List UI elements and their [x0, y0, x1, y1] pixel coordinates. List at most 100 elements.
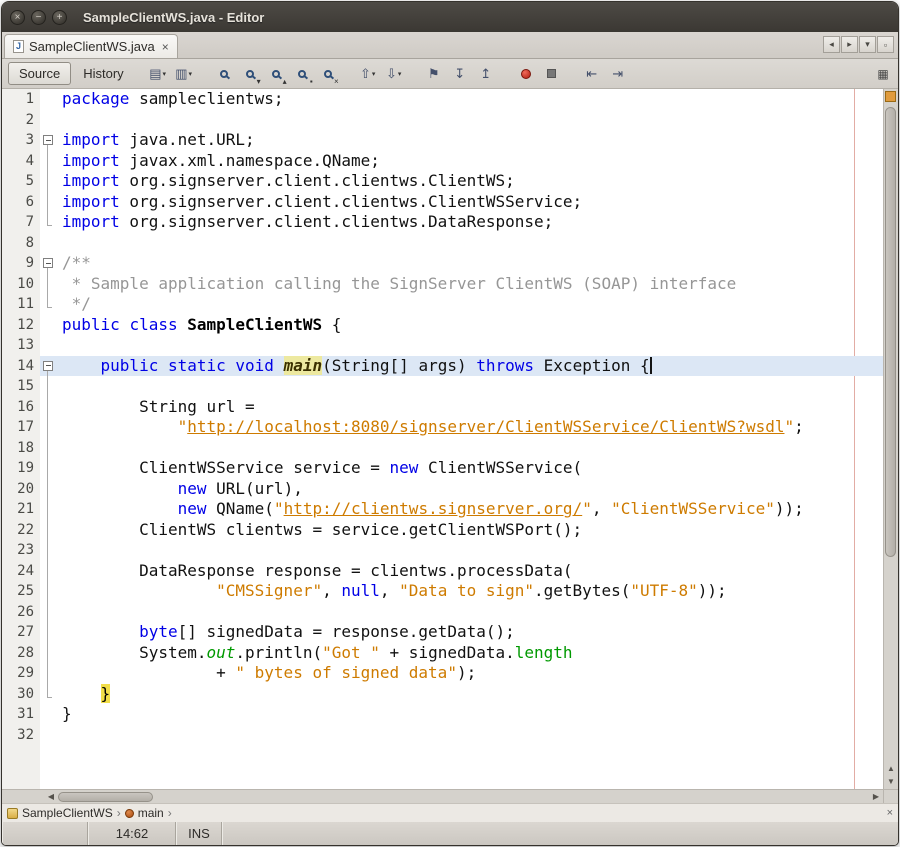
scroll-up-button[interactable]: ▲ — [884, 762, 898, 775]
error-stripe-status-icon[interactable] — [885, 91, 896, 102]
previous-bookmark-icon[interactable]: ⇧▾ — [356, 63, 380, 85]
next-bookmark-icon[interactable]: ⇩▾ — [382, 63, 406, 85]
line-number[interactable]: 4 — [2, 151, 40, 172]
scroll-left-button[interactable]: ◀ — [44, 792, 58, 801]
toggle-bookmark-icon[interactable]: ⚑ — [422, 63, 446, 85]
find-previous-icon[interactable]: ▴ — [264, 63, 288, 85]
code-line[interactable]: 22 ClientWS clientws = service.getClient… — [2, 520, 883, 541]
line-number[interactable]: 9 — [2, 253, 40, 274]
code-line[interactable]: 4import javax.xml.namespace.QName; — [2, 151, 883, 172]
tab-list-button[interactable]: ▾ — [859, 36, 876, 53]
line-number[interactable]: 27 — [2, 622, 40, 643]
horizontal-scrollbar[interactable]: ◀ ▶ — [2, 789, 898, 803]
line-number[interactable]: 17 — [2, 417, 40, 438]
code-line[interactable]: 24 DataResponse response = clientws.proc… — [2, 561, 883, 582]
line-number[interactable]: 14 — [2, 356, 40, 377]
line-number[interactable]: 26 — [2, 602, 40, 623]
code-line[interactable]: 31} — [2, 704, 883, 725]
line-number[interactable]: 29 — [2, 663, 40, 684]
code-line[interactable]: 21 new QName("http://clientws.signserver… — [2, 499, 883, 520]
line-number[interactable]: 25 — [2, 581, 40, 602]
breadcrumb-item-sampleclientws[interactable]: SampleClientWS — [22, 806, 113, 820]
line-number[interactable]: 11 — [2, 294, 40, 315]
code-line[interactable]: 28 System.out.println("Got " + signedDat… — [2, 643, 883, 664]
line-number[interactable]: 7 — [2, 212, 40, 233]
line-number[interactable]: 10 — [2, 274, 40, 295]
maximize-button[interactable]: + — [52, 10, 67, 25]
code-line[interactable]: 3import java.net.URL; — [2, 130, 883, 151]
vertical-scrollbar-thumb[interactable] — [885, 107, 896, 557]
code-line[interactable]: 6import org.signserver.client.clientws.C… — [2, 192, 883, 213]
line-number[interactable]: 22 — [2, 520, 40, 541]
code-line[interactable]: 20 new URL(url), — [2, 479, 883, 500]
code-line[interactable]: 26 — [2, 602, 883, 623]
code-line[interactable]: 8 — [2, 233, 883, 254]
code-line[interactable]: 14 public static void main(String[] args… — [2, 356, 883, 377]
line-number[interactable]: 23 — [2, 540, 40, 561]
toggle-highlight-search-icon[interactable]: ▪ — [290, 63, 314, 85]
line-number[interactable]: 28 — [2, 643, 40, 664]
code-line[interactable]: 25 "CMSSigner", null, "Data to sign".get… — [2, 581, 883, 602]
code-line[interactable]: 1package sampleclientws; — [2, 89, 883, 110]
code-line[interactable]: 30 } — [2, 684, 883, 705]
find-selection-icon[interactable] — [212, 63, 236, 85]
maximize-window-button[interactable]: ▫ — [877, 36, 894, 53]
code-line[interactable]: 15 — [2, 376, 883, 397]
code-line[interactable]: 2 — [2, 110, 883, 131]
breadcrumb-close-icon[interactable]: × — [887, 807, 893, 819]
line-number[interactable]: 31 — [2, 704, 40, 725]
scroll-tabs-left-button[interactable]: ◂ — [823, 36, 840, 53]
code-line[interactable]: 18 — [2, 438, 883, 459]
fold-toggle-icon[interactable] — [40, 130, 56, 151]
last-edited-icon[interactable]: ▤▾ — [146, 63, 170, 85]
scroll-tabs-right-button[interactable]: ▸ — [841, 36, 858, 53]
versioning-diff-icon[interactable]: ▥▾ — [172, 63, 196, 85]
code-line[interactable]: 10 * Sample application calling the Sign… — [2, 274, 883, 295]
line-number[interactable]: 32 — [2, 725, 40, 746]
scroll-right-button[interactable]: ▶ — [869, 792, 883, 801]
fold-toggle-icon[interactable] — [40, 356, 56, 377]
code-scroll[interactable]: 1package sampleclientws;23import java.ne… — [2, 89, 883, 789]
previous-error-icon[interactable]: ↥ — [474, 63, 498, 85]
code-line[interactable]: 11 */ — [2, 294, 883, 315]
code-line[interactable]: 7import org.signserver.client.clientws.D… — [2, 212, 883, 233]
code-line[interactable]: 32 — [2, 725, 883, 746]
line-number[interactable]: 13 — [2, 335, 40, 356]
code-line[interactable]: 17 "http://localhost:8080/signserver/Cli… — [2, 417, 883, 438]
tab-sampleclientws[interactable]: SampleClientWS.java × — [4, 34, 178, 58]
line-number[interactable]: 15 — [2, 376, 40, 397]
code-line[interactable]: 27 byte[] signedData = response.getData(… — [2, 622, 883, 643]
code-line[interactable]: 29 + " bytes of signed data"); — [2, 663, 883, 684]
start-macro-recording-icon[interactable] — [514, 63, 538, 85]
code-line[interactable]: 13 — [2, 335, 883, 356]
minimize-button[interactable]: − — [31, 10, 46, 25]
shift-line-right-icon[interactable]: ⇥ — [606, 63, 630, 85]
close-button[interactable]: × — [10, 10, 25, 25]
code-line[interactable]: 12public class SampleClientWS { — [2, 315, 883, 336]
line-number[interactable]: 12 — [2, 315, 40, 336]
history-view-button[interactable]: History — [75, 63, 131, 84]
stop-macro-recording-icon[interactable] — [540, 63, 564, 85]
line-number[interactable]: 2 — [2, 110, 40, 131]
code-line[interactable]: 9/** — [2, 253, 883, 274]
line-number[interactable]: 24 — [2, 561, 40, 582]
line-number[interactable]: 6 — [2, 192, 40, 213]
line-number[interactable]: 21 — [2, 499, 40, 520]
line-number[interactable]: 19 — [2, 458, 40, 479]
code-line[interactable]: 19 ClientWSService service = new ClientW… — [2, 458, 883, 479]
code-area[interactable]: 1package sampleclientws;23import java.ne… — [2, 89, 883, 789]
line-number[interactable]: 1 — [2, 89, 40, 110]
line-number[interactable]: 8 — [2, 233, 40, 254]
horizontal-scrollbar-thumb[interactable] — [58, 792, 153, 802]
line-number[interactable]: 18 — [2, 438, 40, 459]
line-number[interactable]: 30 — [2, 684, 40, 705]
line-number[interactable]: 20 — [2, 479, 40, 500]
vertical-scrollbar[interactable]: ▲ ▼ — [883, 89, 898, 789]
code-line[interactable]: 23 — [2, 540, 883, 561]
line-number[interactable]: 3 — [2, 130, 40, 151]
code-line[interactable]: 16 String url = — [2, 397, 883, 418]
source-view-button[interactable]: Source — [8, 62, 71, 85]
tab-close-icon[interactable]: × — [162, 40, 169, 54]
toolbar-menu-icon[interactable]: ▦ — [874, 67, 892, 81]
line-number[interactable]: 16 — [2, 397, 40, 418]
